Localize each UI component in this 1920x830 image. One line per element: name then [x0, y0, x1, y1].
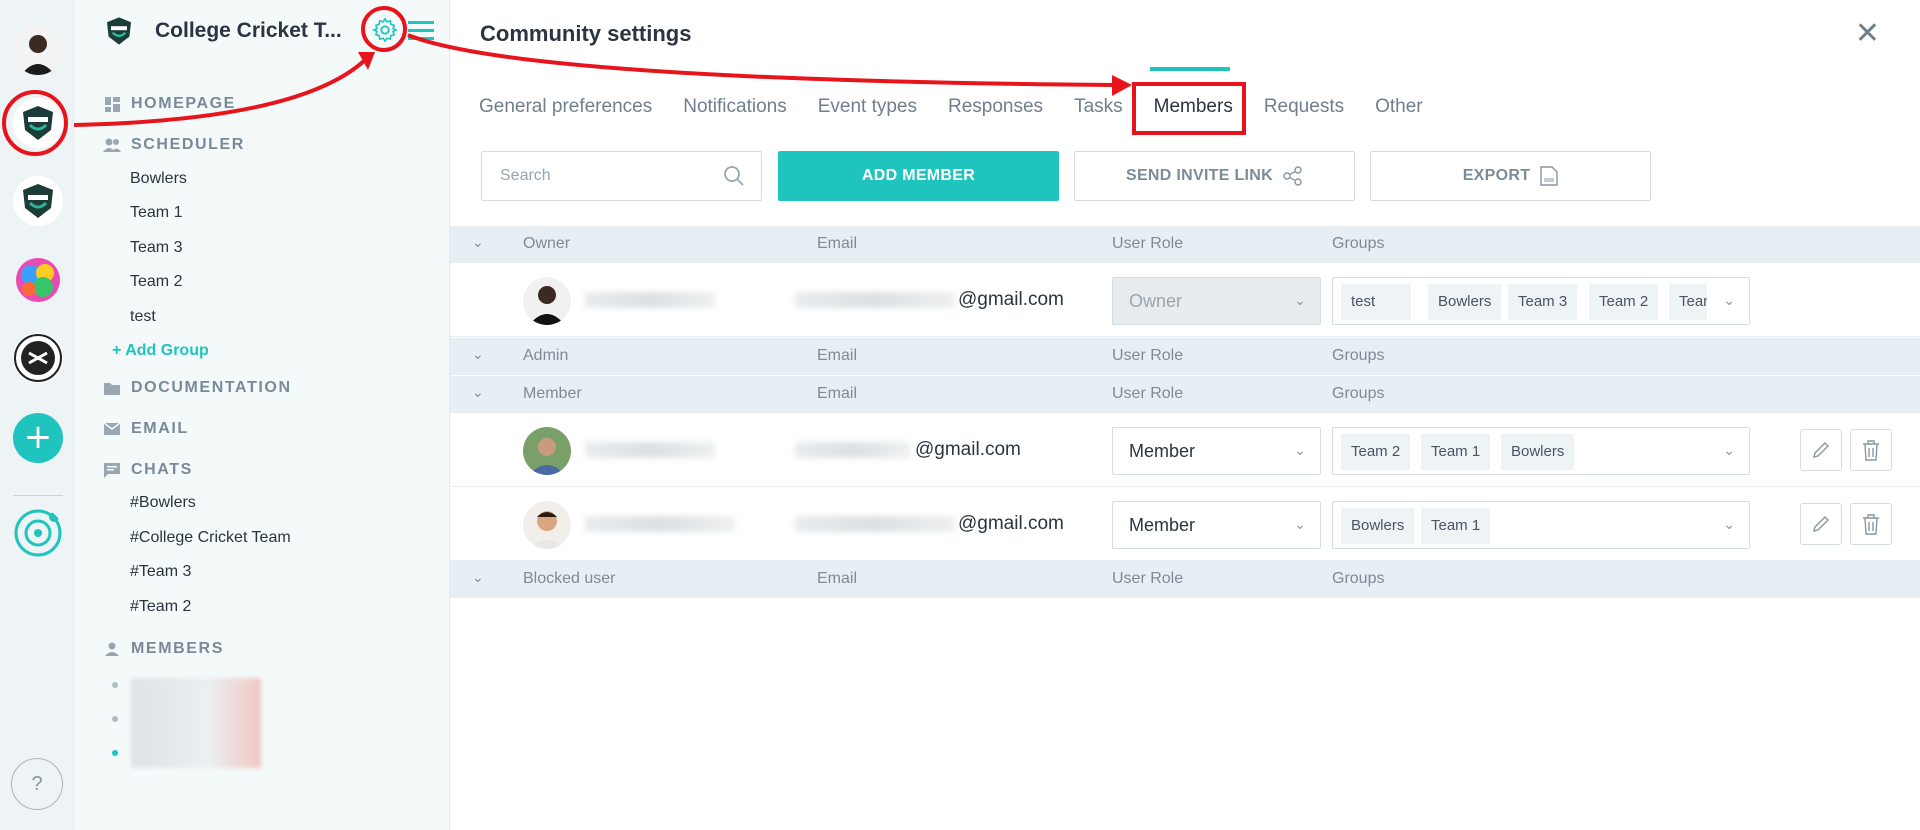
annotation-arrows [73, 33, 1132, 127]
